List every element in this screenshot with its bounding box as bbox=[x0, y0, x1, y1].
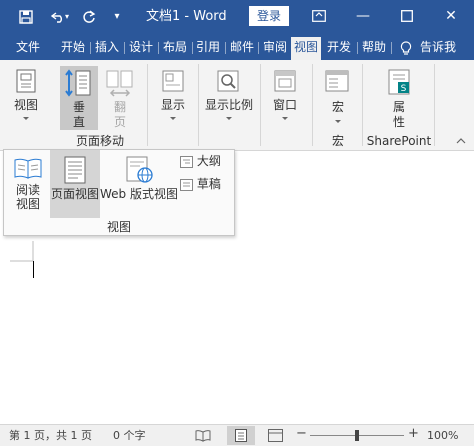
show-dropdown-icon[interactable] bbox=[170, 117, 176, 120]
views-dropdown-icon[interactable] bbox=[23, 117, 29, 120]
zoom-level[interactable]: 100% bbox=[427, 429, 458, 443]
tab-mailings[interactable]: 邮件 bbox=[227, 38, 257, 60]
ribbon-view: 视图 垂 直 翻 页 页面移动 显示 显示比例 窗口 宏 宏 S 属 性 Sha… bbox=[0, 60, 474, 151]
window-icon[interactable] bbox=[272, 68, 298, 94]
title-bar: ▾ ▾ 文档1 - Word 登录 — ✕ bbox=[0, 0, 474, 33]
minimize-button[interactable]: — bbox=[346, 4, 380, 28]
tab-design[interactable]: 设计 bbox=[126, 38, 156, 60]
macros-icon[interactable] bbox=[324, 68, 350, 94]
properties-icon[interactable]: S bbox=[385, 68, 413, 96]
undo-dropdown-icon[interactable]: ▾ bbox=[62, 7, 72, 27]
redo-icon[interactable] bbox=[78, 7, 100, 27]
zoom-label[interactable]: 显示比例 bbox=[203, 98, 255, 112]
tab-separator bbox=[90, 42, 91, 54]
views-dropdown-panel: 阅读 视图 页面视图 Web 版式视图 大纲 草稿 视图 bbox=[3, 149, 235, 236]
close-button[interactable]: ✕ bbox=[434, 4, 468, 28]
read-mode-view-icon[interactable] bbox=[195, 429, 211, 442]
side-to-side-label-2: 页 bbox=[113, 115, 126, 129]
draft-label: 草稿 bbox=[196, 177, 221, 191]
read-mode-icon bbox=[14, 158, 42, 179]
group-separator bbox=[312, 64, 313, 146]
tab-separator bbox=[158, 42, 159, 54]
ribbon-display-options-icon[interactable] bbox=[302, 4, 336, 28]
print-layout-icon bbox=[64, 156, 86, 184]
tab-layout[interactable]: 布局 bbox=[160, 38, 190, 60]
status-bar: 第 1 页，共 1 页 0 个字 − + 100% bbox=[0, 424, 474, 446]
ribbon-tab-bar: 文件 开始 插入 设计 布局 引用 邮件 审阅 视图 开发 帮助 告诉我 bbox=[0, 33, 474, 60]
zoom-slider-thumb[interactable] bbox=[355, 430, 359, 441]
print-layout-view-icon bbox=[235, 429, 247, 442]
tab-developer[interactable]: 开发 bbox=[324, 38, 354, 60]
print-layout-view-button[interactable] bbox=[227, 426, 255, 445]
window-label[interactable]: 窗口 bbox=[266, 98, 304, 112]
collapse-ribbon-icon[interactable] bbox=[456, 138, 466, 144]
macros-dropdown-icon[interactable] bbox=[335, 120, 341, 123]
vertical-scroll-icon[interactable] bbox=[64, 68, 94, 98]
zoom-out-button[interactable]: − bbox=[296, 427, 307, 441]
page-movement-group-label: 页面移动 bbox=[75, 134, 124, 148]
views-label[interactable]: 视图 bbox=[8, 98, 44, 112]
tab-review[interactable]: 审阅 bbox=[260, 38, 290, 60]
views-group-label: 视图 bbox=[106, 220, 131, 234]
sharepoint-group-label: SharePoint bbox=[366, 134, 432, 148]
side-to-side-label-1: 翻 bbox=[113, 100, 126, 114]
web-layout-button[interactable]: Web 版式视图 bbox=[100, 152, 178, 218]
web-layout-view-icon[interactable] bbox=[268, 429, 283, 442]
tab-home[interactable]: 开始 bbox=[58, 38, 88, 60]
read-mode-button[interactable]: 阅读 视图 bbox=[7, 152, 49, 218]
tab-separator bbox=[391, 42, 392, 54]
tab-view[interactable]: 视图 bbox=[291, 37, 321, 60]
outline-button[interactable]: 大纲 bbox=[180, 154, 230, 171]
properties-label-2[interactable]: 性 bbox=[381, 115, 417, 129]
tab-help[interactable]: 帮助 bbox=[359, 38, 389, 60]
group-separator bbox=[198, 64, 199, 146]
tab-references[interactable]: 引用 bbox=[193, 38, 223, 60]
read-mode-label-1: 阅读 bbox=[15, 183, 40, 197]
web-layout-icon bbox=[126, 156, 153, 183]
zoom-in-button[interactable]: + bbox=[408, 427, 419, 441]
show-label[interactable]: 显示 bbox=[154, 98, 192, 112]
save-icon[interactable] bbox=[15, 7, 37, 27]
print-layout-button[interactable]: 页面视图 bbox=[50, 150, 100, 218]
zoom-icon[interactable] bbox=[215, 68, 241, 94]
tab-insert[interactable]: 插入 bbox=[92, 38, 122, 60]
svg-text:S: S bbox=[401, 84, 407, 94]
views-icon[interactable] bbox=[15, 68, 37, 94]
read-mode-label-2: 视图 bbox=[15, 197, 40, 211]
tab-tell-me[interactable]: 告诉我 bbox=[420, 38, 474, 60]
window-dropdown-icon[interactable] bbox=[282, 117, 288, 120]
properties-label-1[interactable]: 属 bbox=[381, 100, 417, 114]
draft-icon bbox=[180, 178, 193, 191]
login-button[interactable]: 登录 bbox=[249, 6, 289, 26]
side-to-side-icon bbox=[106, 70, 133, 97]
word-count[interactable]: 0 个字 bbox=[113, 429, 146, 443]
group-separator bbox=[147, 64, 148, 146]
customize-toolbar-icon[interactable]: ▾ bbox=[106, 7, 128, 27]
group-separator bbox=[260, 64, 261, 146]
text-cursor bbox=[33, 261, 34, 278]
tab-separator bbox=[124, 42, 125, 54]
vertical-label-2[interactable]: 直 bbox=[60, 115, 98, 129]
web-layout-label: Web 版式视图 bbox=[100, 187, 178, 201]
show-icon[interactable] bbox=[160, 68, 186, 94]
group-separator bbox=[362, 64, 363, 146]
tab-separator bbox=[357, 42, 358, 54]
outline-icon bbox=[180, 155, 193, 168]
macros-label[interactable]: 宏 bbox=[320, 100, 356, 114]
document-title: 文档1 - Word bbox=[146, 9, 227, 24]
vertical-label-1[interactable]: 垂 bbox=[60, 100, 98, 114]
page-count[interactable]: 第 1 页，共 1 页 bbox=[9, 429, 92, 443]
tab-file[interactable]: 文件 bbox=[11, 38, 45, 60]
group-separator bbox=[434, 64, 435, 146]
print-layout-label: 页面视图 bbox=[50, 187, 99, 201]
lightbulb-icon[interactable] bbox=[399, 41, 413, 56]
macros-group-label: 宏 bbox=[331, 134, 344, 148]
zoom-dropdown-icon[interactable] bbox=[226, 117, 232, 120]
draft-button[interactable]: 草稿 bbox=[180, 177, 230, 194]
maximize-button[interactable] bbox=[390, 4, 424, 28]
tab-separator bbox=[258, 42, 259, 54]
outline-label: 大纲 bbox=[196, 154, 221, 168]
tab-separator bbox=[225, 42, 226, 54]
